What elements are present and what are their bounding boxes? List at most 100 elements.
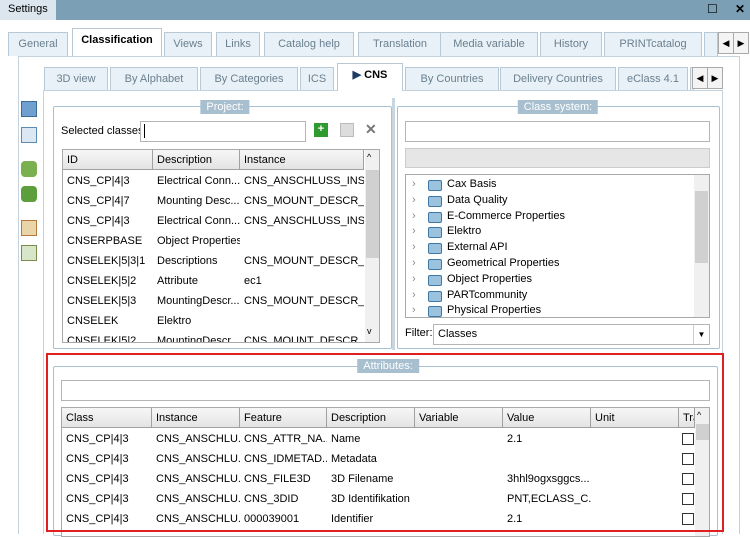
- close-icon[interactable]: ✕: [735, 2, 745, 16]
- column-header-description[interactable]: Description: [327, 408, 415, 428]
- column-header-instance[interactable]: Instance: [152, 408, 240, 428]
- scroll-up-icon[interactable]: ^: [697, 410, 701, 420]
- table-cell[interactable]: CNS_ANSCHLU...: [152, 469, 240, 489]
- table-cell[interactable]: PNT,ECLASS_C...: [503, 489, 591, 509]
- table-cell[interactable]: CNS_ANSCHLUSS_INST...: [240, 211, 364, 231]
- table-cell[interactable]: CNS_CP|4|3: [62, 509, 152, 529]
- expand-chevron-icon[interactable]: ›: [412, 194, 416, 206]
- expand-chevron-icon[interactable]: ›: [412, 210, 416, 222]
- tree-item[interactable]: Physical Properties: [447, 304, 541, 316]
- column-header-feature[interactable]: Feature: [240, 408, 327, 428]
- table-cell[interactable]: Metadata: [327, 449, 415, 469]
- table-cell[interactable]: CNS_ANSCHLU...: [152, 509, 240, 529]
- table-cell[interactable]: CNS_MOUNT_DESCR_I...: [240, 331, 364, 342]
- filter-select[interactable]: Classes ▼: [433, 324, 710, 345]
- attributes-search-input[interactable]: [61, 380, 710, 401]
- chevron-down-icon[interactable]: ▼: [693, 325, 709, 344]
- column-header-unit[interactable]: Unit: [591, 408, 679, 428]
- table-cell[interactable]: 2.1: [503, 429, 591, 449]
- save-icon[interactable]: [21, 101, 37, 117]
- column-header-tra[interactable]: Tra: [679, 408, 695, 428]
- expand-chevron-icon[interactable]: ›: [412, 225, 416, 237]
- table-cell[interactable]: CNS_FILE3D: [240, 469, 327, 489]
- tree-item[interactable]: Elektro: [447, 225, 481, 237]
- transfer-checkbox[interactable]: [682, 453, 694, 465]
- table-cell[interactable]: [415, 469, 503, 489]
- maximize-icon[interactable]: ☐: [707, 2, 718, 16]
- table-cell[interactable]: CNS_CP|4|3: [63, 211, 153, 231]
- puzzle-icon[interactable]: [21, 186, 37, 202]
- table-cell[interactable]: CNS_ANSCHLU...: [152, 449, 240, 469]
- column-header-description[interactable]: Description: [153, 150, 240, 170]
- column-header-variable[interactable]: Variable: [415, 408, 503, 428]
- subtab-delivery-countries[interactable]: Delivery Countries: [500, 67, 616, 91]
- table-cell[interactable]: [591, 449, 679, 469]
- table-cell[interactable]: CNS_MOUNT_DESCR_I...: [240, 251, 364, 271]
- transfer-checkbox[interactable]: [682, 513, 694, 525]
- subtab-ics[interactable]: ICS: [300, 67, 334, 91]
- table-cell[interactable]: [591, 489, 679, 509]
- table-cell[interactable]: CNSELEK|5|2: [63, 271, 153, 291]
- table-cell[interactable]: CNS_MOUNT_DESCR_I...: [240, 291, 364, 311]
- tab-overflow[interactable]: [704, 32, 718, 56]
- table-cell[interactable]: CNS_ATTR_NA...: [240, 429, 327, 449]
- table-cell[interactable]: CNS_ANSCHLU...: [152, 489, 240, 509]
- scrollbar-thumb[interactable]: [696, 424, 709, 440]
- table-cell[interactable]: CNSELEK|5|3|1: [63, 251, 153, 271]
- scroll-down-icon[interactable]: v: [367, 326, 372, 336]
- expand-chevron-icon[interactable]: ›: [412, 178, 416, 190]
- table-cell[interactable]: [591, 509, 679, 529]
- tab-general[interactable]: General: [8, 32, 68, 56]
- export-notes-icon[interactable]: [21, 245, 37, 261]
- table-cell[interactable]: 3D Identifikation: [327, 489, 415, 509]
- tab-history[interactable]: History: [540, 32, 602, 56]
- table-cell[interactable]: [415, 489, 503, 509]
- table-cell[interactable]: CNS_CP|4|3: [62, 469, 152, 489]
- tab-views[interactable]: Views: [164, 32, 212, 56]
- subtab-by-alphabet[interactable]: By Alphabet: [110, 67, 198, 91]
- tab-classification[interactable]: Classification: [72, 28, 162, 56]
- tab-catalog-help[interactable]: Catalog help: [264, 32, 354, 56]
- table-cell[interactable]: Identifier: [327, 509, 415, 529]
- subtab-cns[interactable]: ▶ CNS: [337, 63, 403, 91]
- subtab-by-categories[interactable]: By Categories: [200, 67, 298, 91]
- table-cell[interactable]: 000039001: [240, 509, 327, 529]
- table-cell[interactable]: CNS_CP|4|3: [62, 449, 152, 469]
- table-cell[interactable]: Descriptions: [153, 251, 240, 271]
- tree-item[interactable]: External API: [447, 241, 508, 253]
- transfer-checkbox[interactable]: [682, 433, 694, 445]
- table-cell[interactable]: 2.1: [503, 509, 591, 529]
- table-cell[interactable]: [415, 429, 503, 449]
- subtab-by-countries[interactable]: By Countries: [405, 67, 499, 91]
- table-cell[interactable]: Electrical Conn...: [153, 211, 240, 231]
- column-header-class[interactable]: Class: [62, 408, 152, 428]
- tab-scroll-left[interactable]: ◀: [718, 32, 734, 54]
- table-cell[interactable]: CNS_MOUNT_DESCR_I...: [240, 191, 364, 211]
- tab-links[interactable]: Links: [216, 32, 260, 56]
- table-cell[interactable]: CNSELEK|5|2: [63, 331, 153, 342]
- table-cell[interactable]: Name: [327, 429, 415, 449]
- add-class-icon[interactable]: +: [314, 123, 328, 137]
- column-header-value[interactable]: Value: [503, 408, 591, 428]
- table-cell[interactable]: CNSERPBASE: [63, 231, 153, 251]
- selected-classes-input[interactable]: [140, 121, 306, 142]
- table-cell[interactable]: Attribute: [153, 271, 240, 291]
- splitter[interactable]: [392, 98, 395, 350]
- subtab-3d-view[interactable]: 3D view: [44, 67, 108, 91]
- table-cell[interactable]: CNSELEK|5|3: [63, 291, 153, 311]
- column-header-instance[interactable]: Instance: [240, 150, 364, 170]
- table-cell[interactable]: CNS_3DID: [240, 489, 327, 509]
- scrollbar-thumb[interactable]: [695, 191, 708, 263]
- table-cell[interactable]: [240, 231, 364, 251]
- table-cell[interactable]: [240, 311, 364, 331]
- remove-class-icon[interactable]: ✕: [365, 121, 377, 138]
- transfer-checkbox[interactable]: [682, 473, 694, 485]
- tab-translation[interactable]: Translation: [358, 32, 442, 56]
- tree-item[interactable]: Geometrical Properties: [447, 257, 560, 269]
- tree-item[interactable]: E-Commerce Properties: [447, 210, 565, 222]
- expand-chevron-icon[interactable]: ›: [412, 273, 416, 285]
- table-cell[interactable]: [591, 429, 679, 449]
- table-cell[interactable]: CNS_CP|4|3: [63, 171, 153, 191]
- scroll-up-icon[interactable]: ^: [367, 152, 371, 162]
- expand-chevron-icon[interactable]: ›: [412, 241, 416, 253]
